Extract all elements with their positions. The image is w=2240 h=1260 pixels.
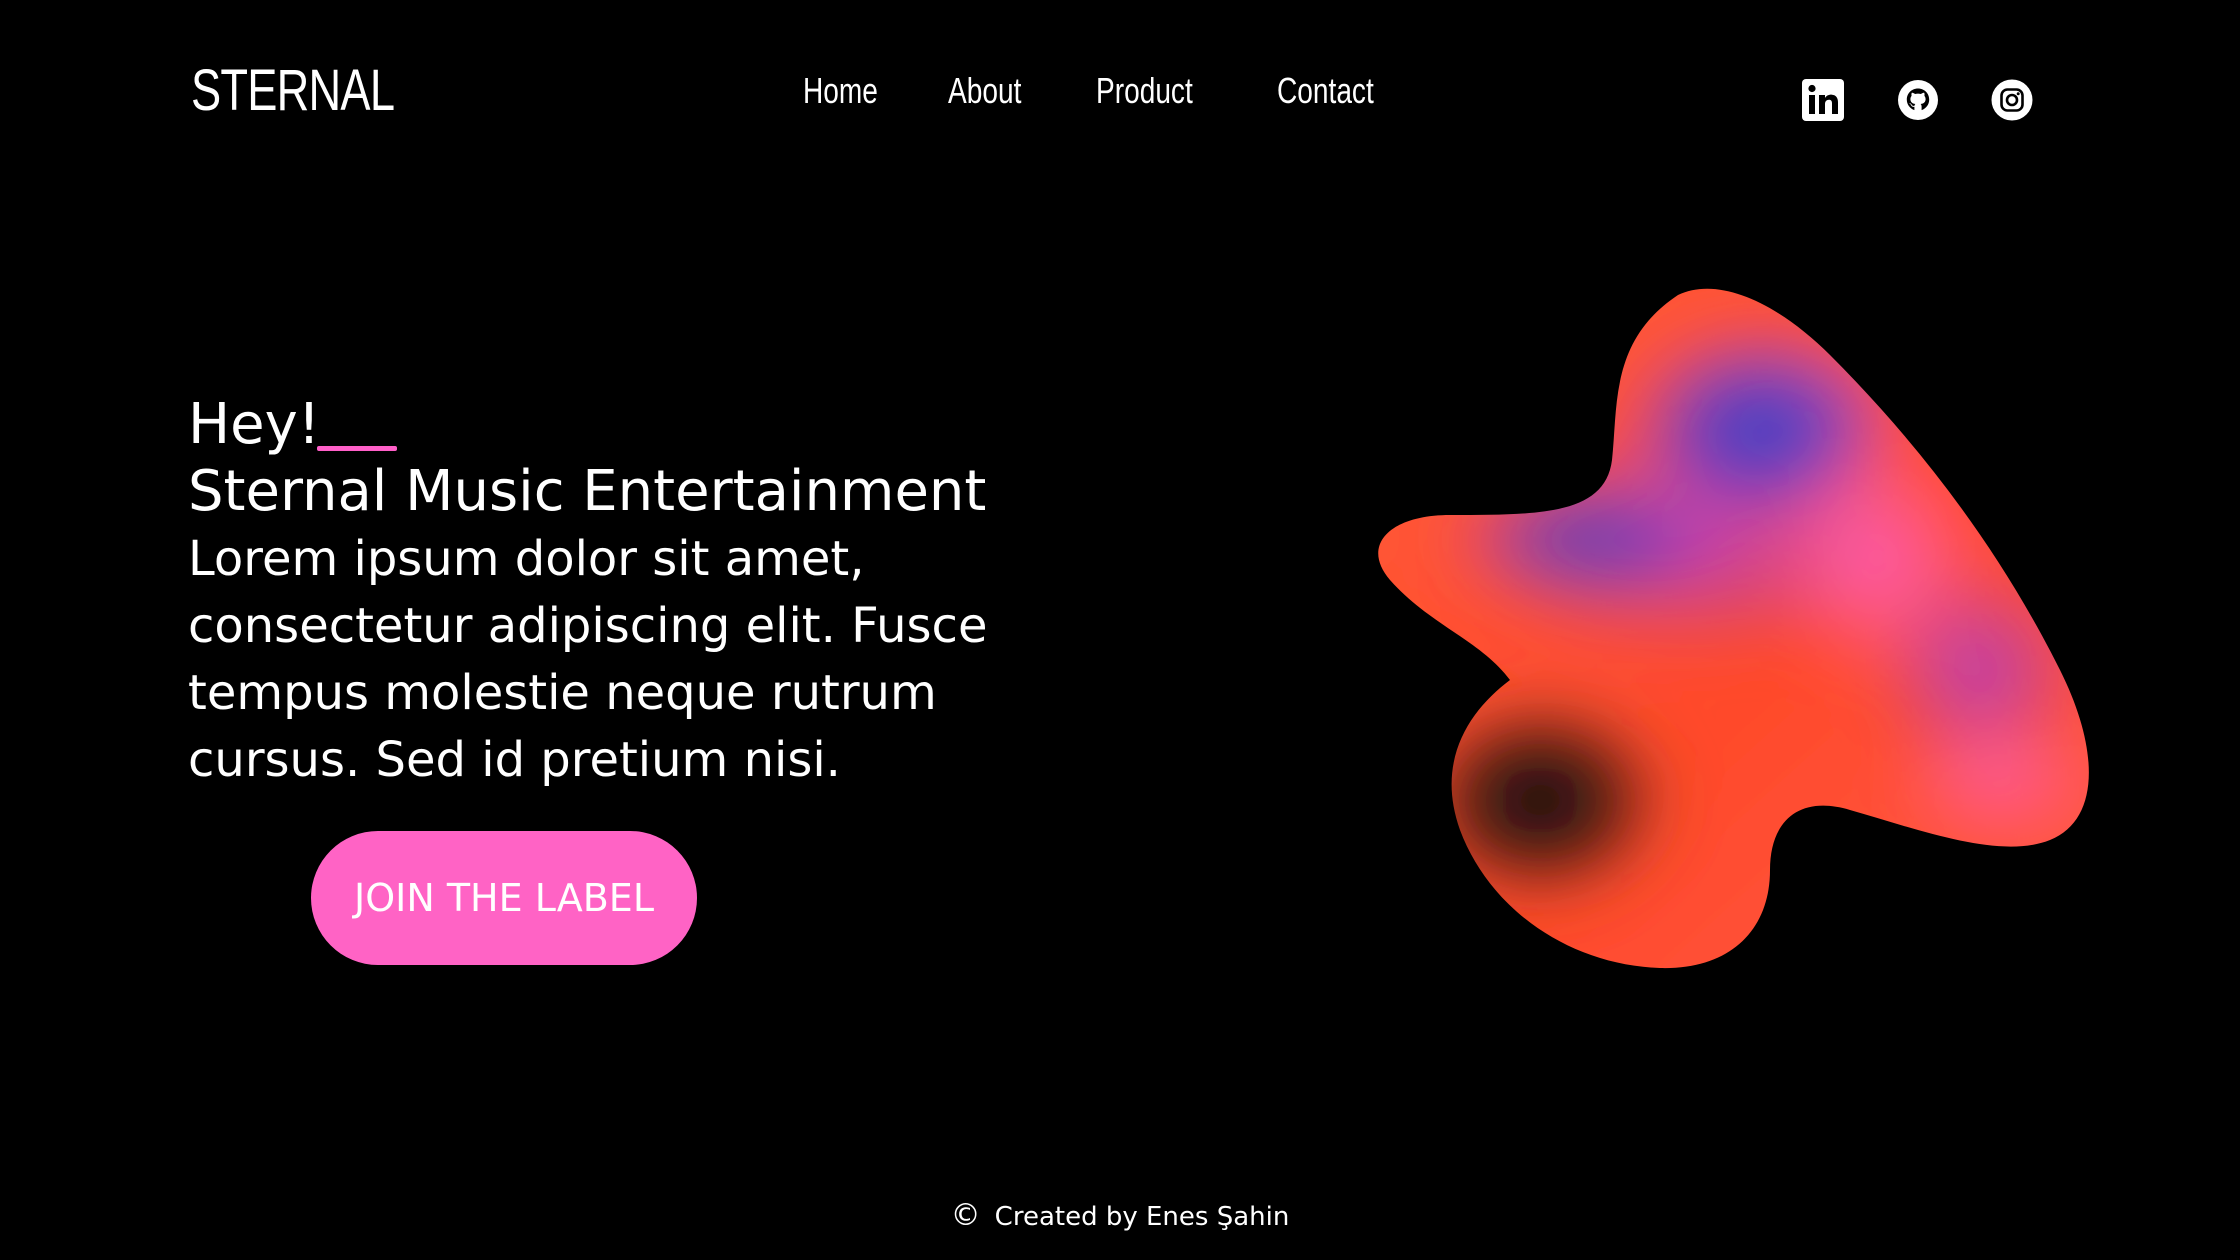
- hero-headline: Sternal Music Entertainment: [188, 459, 987, 524]
- accent-underline: [317, 446, 397, 451]
- hero-section: Hey! Sternal Music Entertainment Lorem i…: [188, 392, 1008, 794]
- nav-product-link[interactable]: Product: [1096, 66, 1193, 116]
- greeting-text: Hey!: [188, 392, 321, 457]
- landing-page: STERNAL Home About Product Contact Hey!: [0, 0, 2240, 1260]
- nav-about-link[interactable]: About: [948, 66, 1021, 116]
- github-icon[interactable]: [1896, 78, 1940, 122]
- linkedin-icon[interactable]: [1801, 78, 1845, 122]
- instagram-icon[interactable]: [1990, 78, 2034, 122]
- join-label-button[interactable]: JOIN THE LABEL: [311, 831, 697, 965]
- nav-contact-link[interactable]: Contact: [1277, 66, 1374, 116]
- gradient-blob-graphic: [1378, 288, 2089, 969]
- copyright-icon: ©: [950, 1198, 981, 1233]
- linkedin-glyph: [1802, 79, 1844, 121]
- brand-logo[interactable]: STERNAL: [191, 56, 395, 126]
- nav-home-link[interactable]: Home: [803, 66, 878, 116]
- footer-credit: Created by Enes Şahin: [994, 1202, 1290, 1232]
- greeting-line: Hey!: [188, 392, 1008, 458]
- instagram-glyph: [1991, 79, 2033, 121]
- github-glyph: [1898, 80, 1938, 120]
- footer: © Created by Enes Şahin: [0, 1196, 2240, 1237]
- hero-description: Lorem ipsum dolor sit amet, consectetur …: [188, 531, 988, 788]
